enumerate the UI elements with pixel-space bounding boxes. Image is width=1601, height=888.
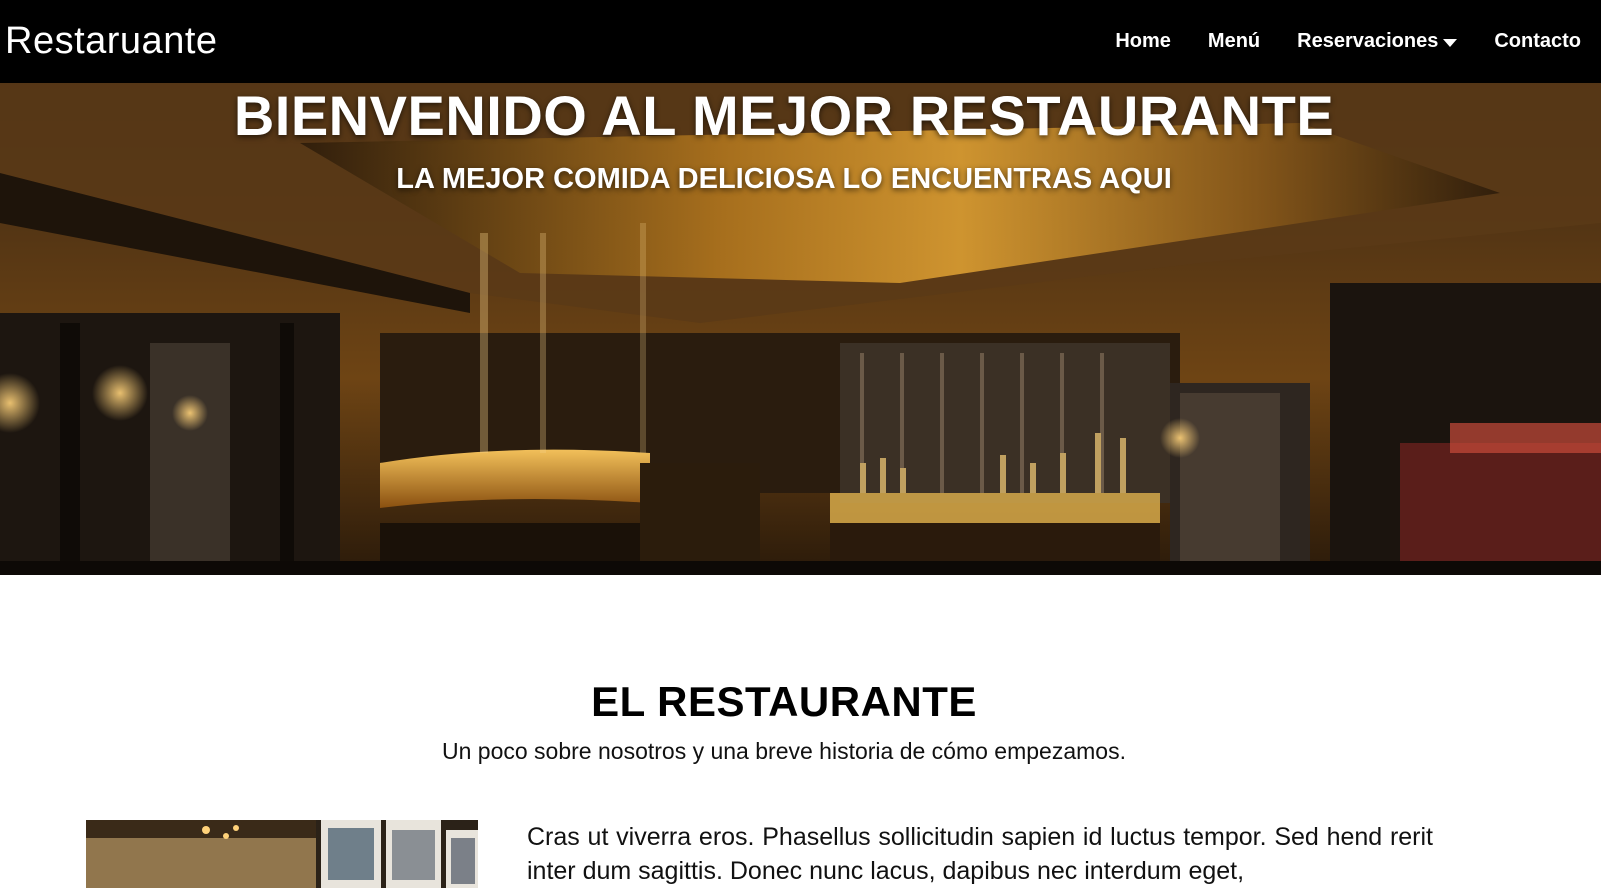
about-paragraph: Cras ut viverra eros. Phasellus sollicit…	[527, 823, 1433, 885]
hero-banner: BIENVENIDO AL MEJOR RESTAURANTE LA MEJOR…	[0, 83, 1601, 575]
navbar: Restaruante Home Menú Reservaciones Cont…	[0, 0, 1601, 83]
hero-title: BIENVENIDO AL MEJOR RESTAURANTE	[233, 84, 1335, 147]
nav-links: Home Menú Reservaciones Contacto	[1078, 30, 1581, 53]
section-title: EL RESTAURANTE	[591, 678, 977, 725]
nav-contact-link[interactable]: Contacto	[1494, 30, 1581, 53]
section-lead: Un poco sobre nosotros y una breve histo…	[442, 738, 1126, 764]
restaurant-interior-image	[0, 83, 1601, 575]
restaurant-photo	[86, 820, 478, 888]
nav-reservations-dropdown[interactable]: Reservaciones	[1297, 30, 1458, 53]
nav-menu-link[interactable]: Menú	[1208, 30, 1260, 53]
hero-subtitle: LA MEJOR COMIDA DELICIOSA LO ENCUENTRAS …	[396, 163, 1172, 195]
nav-reservations-label: Reservaciones	[1297, 30, 1439, 52]
caret-down-icon	[1443, 38, 1458, 47]
nav-home-link[interactable]: Home	[1115, 30, 1171, 53]
brand-logo[interactable]: Restaruante	[5, 20, 218, 63]
